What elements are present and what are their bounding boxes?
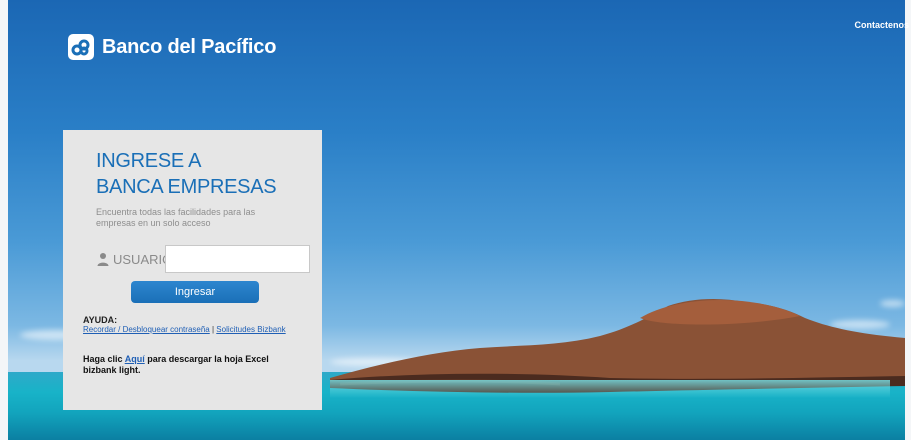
login-title-line1: INGRESE A [96,150,202,172]
download-note: Haga clic Aquí para descargar la hoja Ex… [83,354,293,376]
login-title: INGRESE A BANCA EMPRESAS [96,148,277,200]
recover-password-link[interactable]: Recordar / Desbloquear contraseña [83,325,210,334]
login-panel: INGRESE A BANCA EMPRESAS Encuentra todas… [63,130,322,410]
help-links: Recordar / Desbloquear contraseña | Soli… [83,325,286,334]
brand-logo[interactable]: Banco del Pacífico [68,34,276,60]
brand-name: Banco del Pacífico [102,35,277,58]
user-label: USUARIO [113,251,173,267]
bizbank-requests-link[interactable]: Solicitudes Bizbank [216,325,285,334]
help-title: AYUDA: [83,315,118,325]
user-field-row: USUARIO [96,245,310,273]
left-edge [0,0,8,440]
user-icon [97,253,109,266]
submit-button[interactable]: Ingresar [131,281,259,303]
contact-link[interactable]: Contactenos [854,20,909,30]
login-title-line2: BANCA EMPRESAS [96,176,277,198]
download-link[interactable]: Aquí [125,354,145,364]
download-prefix: Haga clic [83,354,123,364]
help-separator: | [211,325,215,334]
sea-sheen [330,380,890,398]
right-edge [905,0,911,440]
username-input[interactable] [165,245,310,273]
login-subtitle: Encuentra todas las facilidades para las… [96,207,256,228]
banco-logo-icon [68,34,94,60]
